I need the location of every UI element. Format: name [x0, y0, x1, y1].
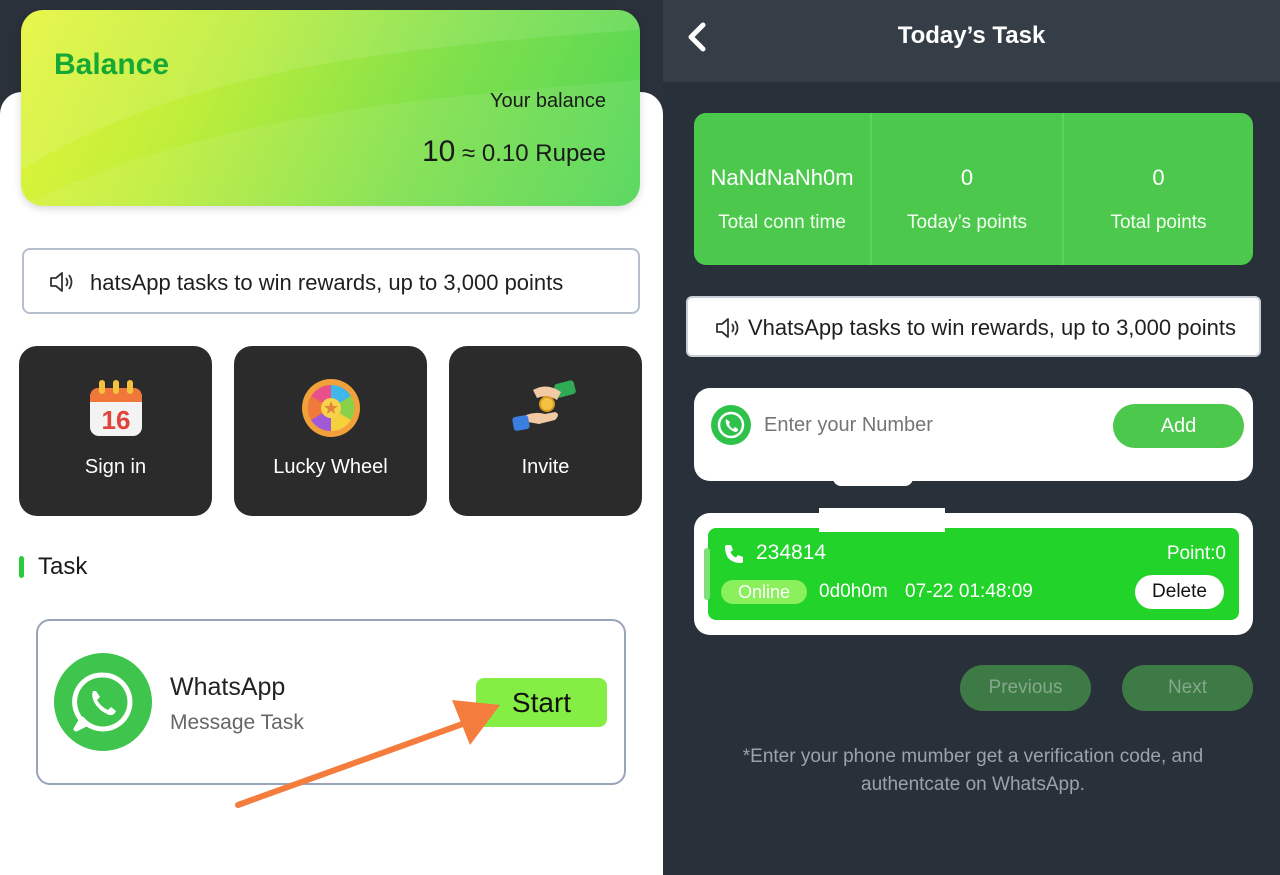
account-duration: 0d0h0m: [819, 581, 888, 602]
row-edge: [704, 548, 710, 600]
lucky-wheel-tile[interactable]: Lucky Wheel: [234, 346, 427, 516]
stat-label: Total conn time: [718, 212, 846, 233]
start-button[interactable]: Start: [476, 678, 607, 727]
stat-value: NaNdNaNh0m: [710, 165, 854, 190]
invite-label: Invite: [521, 456, 570, 478]
wheel-icon: [301, 379, 360, 437]
section-marker: [19, 556, 24, 578]
notice-marquee: hatsApp tasks to win rewards, up to 3,00…: [22, 248, 640, 314]
balance-approx: ≈ 0.10 Rupee: [462, 140, 606, 167]
help-note: *Enter your phone mumber get a verificat…: [742, 746, 1204, 795]
page-title: Today’s Task: [897, 22, 1046, 49]
whatsapp-logo: [54, 653, 152, 751]
add-number-card: Add: [694, 388, 1253, 481]
account-number: 234814: [756, 541, 827, 564]
top-bar: Today’s Task: [663, 0, 1280, 82]
balance-value: 10 ≈ 0.10 Rupee: [422, 135, 606, 169]
account-timestamp: 07-22 01:48:09: [905, 581, 1033, 602]
whatsapp-phone-icon: [711, 405, 751, 445]
phone-icon: [725, 545, 743, 563]
stat-value: 0: [960, 165, 974, 190]
speaker-icon: [50, 272, 73, 292]
task-name: WhatsApp: [170, 673, 286, 701]
delete-button[interactable]: Delete: [1135, 575, 1224, 609]
balance-label: Your balance: [489, 90, 606, 112]
previous-button[interactable]: Previous: [960, 665, 1091, 711]
stat-value: 0: [1152, 165, 1165, 190]
stats-panel: NaNdNaNh0m Total conn time 0 Today’s poi…: [694, 113, 1253, 265]
sign-in-label: Sign in: [84, 456, 147, 478]
stat-total-points: 0 Total points: [1064, 113, 1253, 265]
right-panel: Today’s Task NaNdNaNh0m Total conn time …: [663, 0, 1280, 875]
calendar-icon: 16: [89, 380, 142, 436]
section-title: Task: [38, 553, 88, 580]
account-points: Point:0: [1166, 543, 1226, 564]
stat-conn-time: NaNdNaNh0m Total conn time: [694, 113, 870, 265]
stat-label: Today’s points: [906, 212, 1028, 233]
task-subtitle: Message Task: [170, 711, 304, 734]
calendar-day: 16: [101, 405, 130, 435]
stat-label: Total points: [1110, 212, 1207, 233]
left-panel: Balance Your balance 10 ≈ 0.10 Rupee hat…: [0, 0, 663, 875]
phone-number-input[interactable]: [764, 408, 1104, 442]
notice-text: hatsApp tasks to win rewards, up to 3,00…: [90, 270, 564, 295]
handshake-coin-icon: [511, 380, 576, 431]
invite-tile[interactable]: Invite: [449, 346, 642, 516]
stat-today-points: 0 Today’s points: [872, 113, 1062, 265]
whatsapp-icon: [72, 672, 133, 732]
overlay-fragment: [833, 478, 913, 486]
notice-text: VhatsApp tasks to win rewards, up to 3,0…: [748, 315, 1236, 340]
next-button[interactable]: Next: [1122, 665, 1253, 711]
speaker-icon: [716, 318, 739, 338]
notice-marquee: VhatsApp tasks to win rewards, up to 3,0…: [686, 296, 1261, 357]
lucky-wheel-label: Lucky Wheel: [273, 456, 388, 478]
overlay-fragment: [819, 508, 945, 532]
add-button[interactable]: Add: [1113, 404, 1244, 448]
balance-card: Balance Your balance 10 ≈ 0.10 Rupee: [21, 10, 640, 206]
balance-title: Balance: [54, 48, 170, 81]
balance-points: 10: [422, 135, 456, 168]
account-row: 234814 Point:0 Online 0d0h0m 07-22 01:48…: [704, 528, 1239, 620]
sign-in-tile[interactable]: 16 Sign in: [19, 346, 212, 516]
status-badge: Online: [721, 580, 807, 604]
